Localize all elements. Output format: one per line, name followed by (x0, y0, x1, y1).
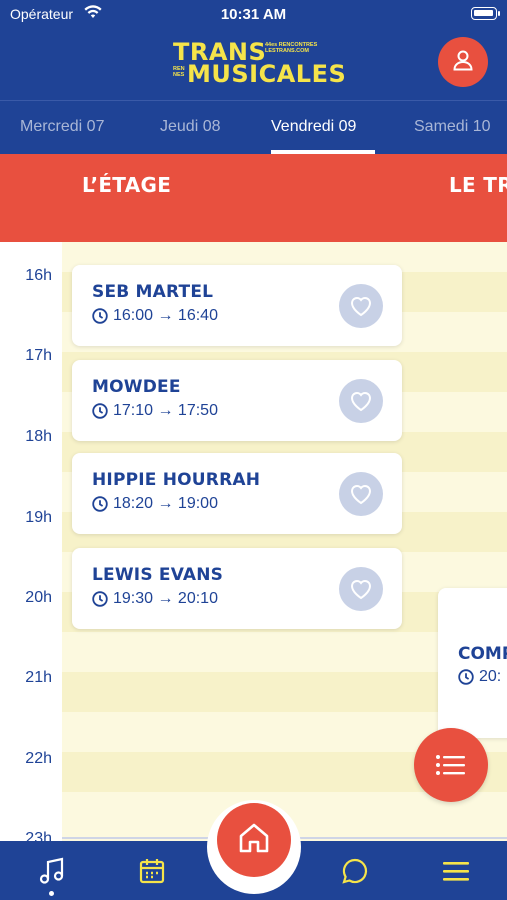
clock-icon (458, 669, 474, 685)
hours-column: 16h 17h 18h 19h 20h 21h 22h 23h (0, 242, 62, 842)
heart-icon (350, 485, 372, 505)
event-time: 20: (458, 668, 501, 686)
event-artist: HIPPIE HOURRAH (92, 470, 261, 490)
event-time: 19:30 → 20:10 (92, 590, 218, 608)
event-card-seb-martel[interactable]: SEB MARTEL 16:00 → 16:40 (72, 265, 402, 346)
hour-label: 16h (25, 267, 52, 284)
event-time: 16:00 → 16:40 (92, 307, 218, 325)
event-card-mowdee[interactable]: MOWDEE 17:10 → 17:50 (72, 360, 402, 441)
event-time-text: 20: (479, 668, 502, 685)
logo-city: REN NES (173, 66, 185, 78)
tab-mercredi[interactable]: Mercredi 07 (20, 118, 104, 136)
list-view-button[interactable] (414, 728, 488, 802)
heart-icon (350, 580, 372, 600)
clock: 10:31 AM (220, 6, 287, 23)
battery-icon (471, 7, 500, 20)
venue-letage[interactable]: L’ÉTAGE (82, 173, 171, 197)
menu-icon[interactable] (440, 855, 472, 887)
event-card-partial[interactable]: COMP 20: (438, 588, 507, 738)
hour-label: 17h (25, 347, 52, 364)
clock-icon (92, 591, 108, 607)
logo-tagline: 44es RENCONTRES LESTRANS.COM (265, 42, 318, 54)
active-nav-dot (49, 891, 54, 896)
heart-icon (350, 392, 372, 412)
event-time-text: 18:20 → 19:00 (113, 495, 218, 512)
status-bar: Opérateur 10:31 AM (0, 0, 507, 28)
event-artist: MOWDEE (92, 377, 181, 397)
app-header: Opérateur 10:31 AM TRANS 44es RENCONTRES… (0, 0, 507, 100)
hour-label: 18h (25, 428, 52, 445)
favorite-button[interactable] (339, 284, 383, 328)
hour-label: 21h (25, 669, 52, 686)
home-icon (237, 821, 271, 860)
home-button[interactable] (217, 803, 291, 877)
event-time-text: 19:30 → 20:10 (113, 590, 218, 607)
chat-icon[interactable] (339, 855, 371, 887)
hour-label: 22h (25, 750, 52, 767)
event-time-text: 17:10 → 17:50 (113, 402, 218, 419)
hour-label: 20h (25, 589, 52, 606)
venue-le-tr[interactable]: LE TR (449, 173, 507, 197)
tab-jeudi[interactable]: Jeudi 08 (160, 118, 221, 136)
event-artist: SEB MARTEL (92, 282, 214, 302)
trans-musicales-logo[interactable]: TRANS 44es RENCONTRES LESTRANS.COM REN N… (173, 38, 346, 88)
calendar-icon[interactable] (136, 855, 168, 887)
event-artist: LEWIS EVANS (92, 565, 224, 585)
logo-line-2: MUSICALES (187, 60, 347, 88)
event-time-text: 16:00 → 16:40 (113, 307, 218, 324)
event-card-lewis-evans[interactable]: LEWIS EVANS 19:30 → 20:10 (72, 548, 402, 629)
heart-icon (350, 297, 372, 317)
venue-header: L’ÉTAGE LE TR (0, 154, 507, 242)
tab-vendredi[interactable]: Vendredi 09 (271, 118, 356, 136)
event-artist: COMP (458, 644, 507, 664)
clock-icon (92, 403, 108, 419)
tab-samedi[interactable]: Samedi 10 (414, 118, 491, 136)
favorite-button[interactable] (339, 472, 383, 516)
user-icon (451, 48, 475, 77)
clock-icon (92, 496, 108, 512)
list-icon (436, 755, 465, 775)
favorite-button[interactable] (339, 567, 383, 611)
hour-label: 19h (25, 509, 52, 526)
day-tabs: Mercredi 07 Jeudi 08 Vendredi 09 Samedi … (0, 100, 507, 154)
favorite-button[interactable] (339, 379, 383, 423)
event-card-hippie-hourrah[interactable]: HIPPIE HOURRAH 18:20 → 19:00 (72, 453, 402, 534)
clock-icon (92, 308, 108, 324)
profile-button[interactable] (438, 37, 488, 87)
music-icon[interactable] (36, 855, 68, 887)
event-time: 18:20 → 19:00 (92, 495, 218, 513)
event-time: 17:10 → 17:50 (92, 402, 218, 420)
